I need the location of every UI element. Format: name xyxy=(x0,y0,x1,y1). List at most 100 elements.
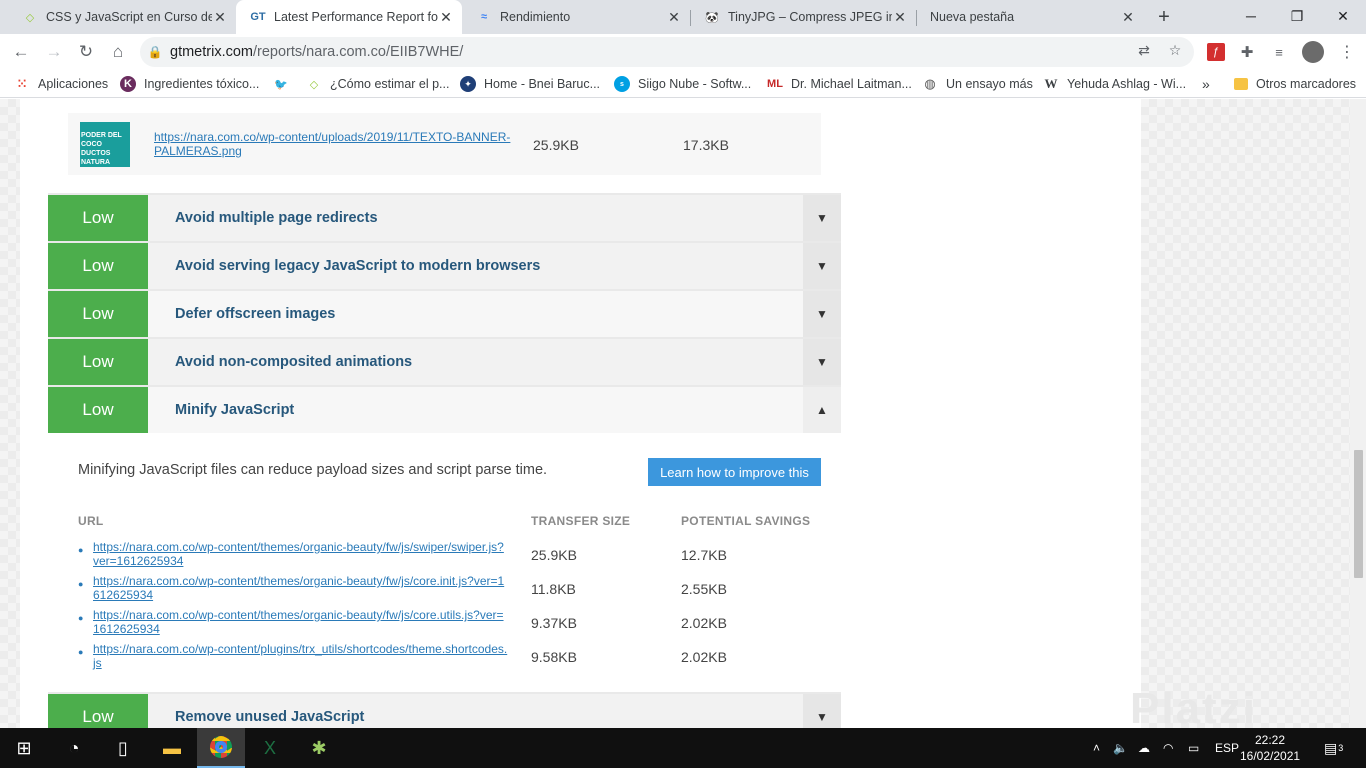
translate-icon[interactable]: ⇄ xyxy=(1135,41,1153,59)
potential-savings: 2.02KB xyxy=(681,649,727,665)
tab-rendimiento[interactable]: ≈ Rendimiento ✕ xyxy=(462,0,690,34)
minimize-button[interactable]: ─ xyxy=(1228,0,1274,32)
recommendation-title: Avoid non-composited animations xyxy=(175,354,413,370)
bookmark-ashlag[interactable]: W Yehuda Ashlag - Wi... xyxy=(1043,74,1187,94)
resource-link[interactable]: https://nara.com.co/wp-content/themes/or… xyxy=(93,574,508,602)
column-header-url: URL xyxy=(78,514,104,528)
bookmark-siigo[interactable]: s Siigo Nube - Softw... xyxy=(614,74,751,94)
priority-badge: Low xyxy=(48,694,148,728)
address-bar[interactable]: 🔒 gtmetrix.com/reports/nara.com.co/EIIB7… xyxy=(140,37,1194,67)
recommendation-title: Minify JavaScript xyxy=(175,402,295,418)
bookmark-apps[interactable]: ⁙ Aplicaciones xyxy=(14,74,108,94)
close-icon[interactable]: ✕ xyxy=(438,9,454,25)
chevron-down-icon[interactable]: ▼ xyxy=(803,339,841,385)
globe-icon: ◍ xyxy=(924,76,936,91)
tab-gtmetrix[interactable]: GT Latest Performance Report for ✕ xyxy=(236,0,462,34)
recommendation-offscreen-images[interactable]: Low Defer offscreen images ▼ xyxy=(48,291,841,337)
star-icon[interactable]: ☆ xyxy=(1166,41,1184,59)
tab-title: TinyJPG – Compress JPEG imag xyxy=(728,10,892,24)
new-tab-button[interactable]: + xyxy=(1152,5,1176,29)
bookmark-otros[interactable]: Otros marcadores xyxy=(1234,74,1356,94)
bookmark-label: Un ensayo más xyxy=(946,77,1033,91)
bookmarks-bar: ⁙ Aplicaciones K Ingredientes tóxico... … xyxy=(0,70,1366,98)
chevron-down-icon[interactable]: ▼ xyxy=(803,243,841,289)
recommendation-redirects[interactable]: Low Avoid multiple page redirects ▼ xyxy=(48,195,841,241)
recommendation-legacy-js[interactable]: Low Avoid serving legacy JavaScript to m… xyxy=(48,243,841,289)
recommendation-animations[interactable]: Low Avoid non-composited animations ▼ xyxy=(48,339,841,385)
close-icon[interactable]: ✕ xyxy=(666,9,682,25)
recommendation-title: Avoid multiple page redirects xyxy=(175,210,378,226)
tab-tinyjpg[interactable]: 🐼 TinyJPG – Compress JPEG imag ✕ xyxy=(690,0,916,34)
bookmarks-more-button[interactable]: » xyxy=(1202,74,1210,94)
potential-savings: 2.55KB xyxy=(681,581,727,597)
language-indicator[interactable]: ESP xyxy=(1215,728,1239,768)
back-button[interactable]: ← xyxy=(7,38,35,66)
bookmark-laitman[interactable]: ML Dr. Michael Laitman... xyxy=(767,74,912,94)
scrollbar[interactable] xyxy=(1350,99,1366,728)
resource-link[interactable]: https://nara.com.co/wp-content/plugins/t… xyxy=(93,642,508,670)
resource-link[interactable]: https://nara.com.co/wp-content/uploads/2… xyxy=(154,130,514,158)
chevron-down-icon[interactable]: ▼ xyxy=(803,291,841,337)
bookmark-site-icon: K xyxy=(120,76,136,92)
windows-start-icon[interactable]: ⊞ xyxy=(0,728,48,768)
avatar[interactable] xyxy=(1302,41,1324,63)
transfer-size: 9.58KB xyxy=(531,649,577,665)
bookmark-ensayo[interactable]: ◍ Un ensayo más xyxy=(922,74,1033,94)
close-icon[interactable]: ✕ xyxy=(1120,9,1136,25)
bookmark-twitter[interactable]: 🐦 xyxy=(273,74,297,94)
clock-time: 22:22 xyxy=(1254,733,1286,747)
close-icon[interactable]: ✕ xyxy=(892,9,908,25)
scrollbar-thumb[interactable] xyxy=(1354,450,1363,578)
volume-icon[interactable]: 🔈 xyxy=(1113,728,1128,768)
document-icon[interactable]: ▯ xyxy=(99,728,147,768)
close-window-button[interactable]: ✕ xyxy=(1320,0,1366,32)
cloud-icon[interactable]: ☁ xyxy=(1138,728,1150,768)
address-url: gtmetrix.com/reports/nara.com.co/EIIB7WH… xyxy=(170,44,463,60)
excel-icon[interactable]: X xyxy=(246,728,294,768)
tab-title: CSS y JavaScript en Curso de S xyxy=(46,10,212,24)
wikipedia-icon: W xyxy=(1044,76,1058,91)
potential-savings: 17.3KB xyxy=(683,137,729,153)
tab-strip: ◇ CSS y JavaScript en Curso de S ✕ GT La… xyxy=(0,0,1366,34)
recommendation-unused-js[interactable]: Low Remove unused JavaScript ▼ xyxy=(48,694,841,728)
transfer-size: 25.9KB xyxy=(531,547,577,563)
notifications-icon[interactable]: ▤ 3 xyxy=(1324,728,1343,768)
extensions-puzzle-icon[interactable]: ✚ xyxy=(1238,43,1256,61)
bookmark-label: Yehuda Ashlag - Wi... xyxy=(1067,77,1187,91)
reload-button[interactable]: ↻ xyxy=(72,38,100,66)
platzi-icon: ◇ xyxy=(309,78,319,91)
file-explorer-icon[interactable]: ▬ xyxy=(148,728,196,768)
transfer-size: 25.9KB xyxy=(533,137,579,153)
chrome-icon[interactable] xyxy=(197,728,245,768)
flash-extension-icon[interactable]: ƒ xyxy=(1207,43,1225,61)
maximize-button[interactable]: ❐ xyxy=(1274,0,1320,32)
chevron-down-icon[interactable]: ▼ xyxy=(803,694,841,728)
chevron-down-icon[interactable]: ▼ xyxy=(803,195,841,241)
lock-icon[interactable]: 🔒 xyxy=(140,45,170,59)
media-queue-icon[interactable]: ≡ xyxy=(1270,43,1288,61)
bookmark-label: Otros marcadores xyxy=(1256,77,1357,91)
home-button[interactable]: ⌂ xyxy=(104,38,132,66)
bookmark-bnei[interactable]: ✦ Home - Bnei Baruc... xyxy=(460,74,600,94)
priority-badge: Low xyxy=(48,243,148,289)
menu-icon[interactable]: ⋮ xyxy=(1338,43,1356,61)
page-viewport: PODER DEL COCO DUCTOS NATURA https://nar… xyxy=(0,99,1366,728)
learn-how-button[interactable]: Learn how to improve this xyxy=(648,458,821,486)
resource-link[interactable]: https://nara.com.co/wp-content/themes/or… xyxy=(93,608,508,636)
bookmark-ingredientes[interactable]: K Ingredientes tóxico... xyxy=(120,74,259,94)
app-icon[interactable]: ✱ xyxy=(295,728,343,768)
wifi-icon[interactable]: ◠ xyxy=(1163,728,1173,768)
recommendation-minify-js[interactable]: Low Minify JavaScript ▲ xyxy=(48,387,841,433)
close-icon[interactable]: ✕ xyxy=(212,9,228,25)
forward-button[interactable]: → xyxy=(40,38,68,66)
chevron-up-icon[interactable]: ▲ xyxy=(803,387,841,433)
tab-platzi[interactable]: ◇ CSS y JavaScript en Curso de S ✕ xyxy=(8,0,236,34)
bookmark-estimar[interactable]: ◇ ¿Cómo estimar el p... xyxy=(306,74,450,94)
clock[interactable]: 22:22 16/02/2021 xyxy=(1240,732,1300,764)
tray-chevron-up-icon[interactable]: ˄ xyxy=(1093,728,1100,768)
tab-new[interactable]: Nueva pestaña ✕ xyxy=(916,0,1144,34)
cortana-icon[interactable]: ◔ xyxy=(50,728,98,768)
resource-link[interactable]: https://nara.com.co/wp-content/themes/or… xyxy=(93,540,508,568)
bnei-icon: ✦ xyxy=(460,76,476,92)
battery-icon[interactable]: ▭ xyxy=(1188,728,1199,768)
